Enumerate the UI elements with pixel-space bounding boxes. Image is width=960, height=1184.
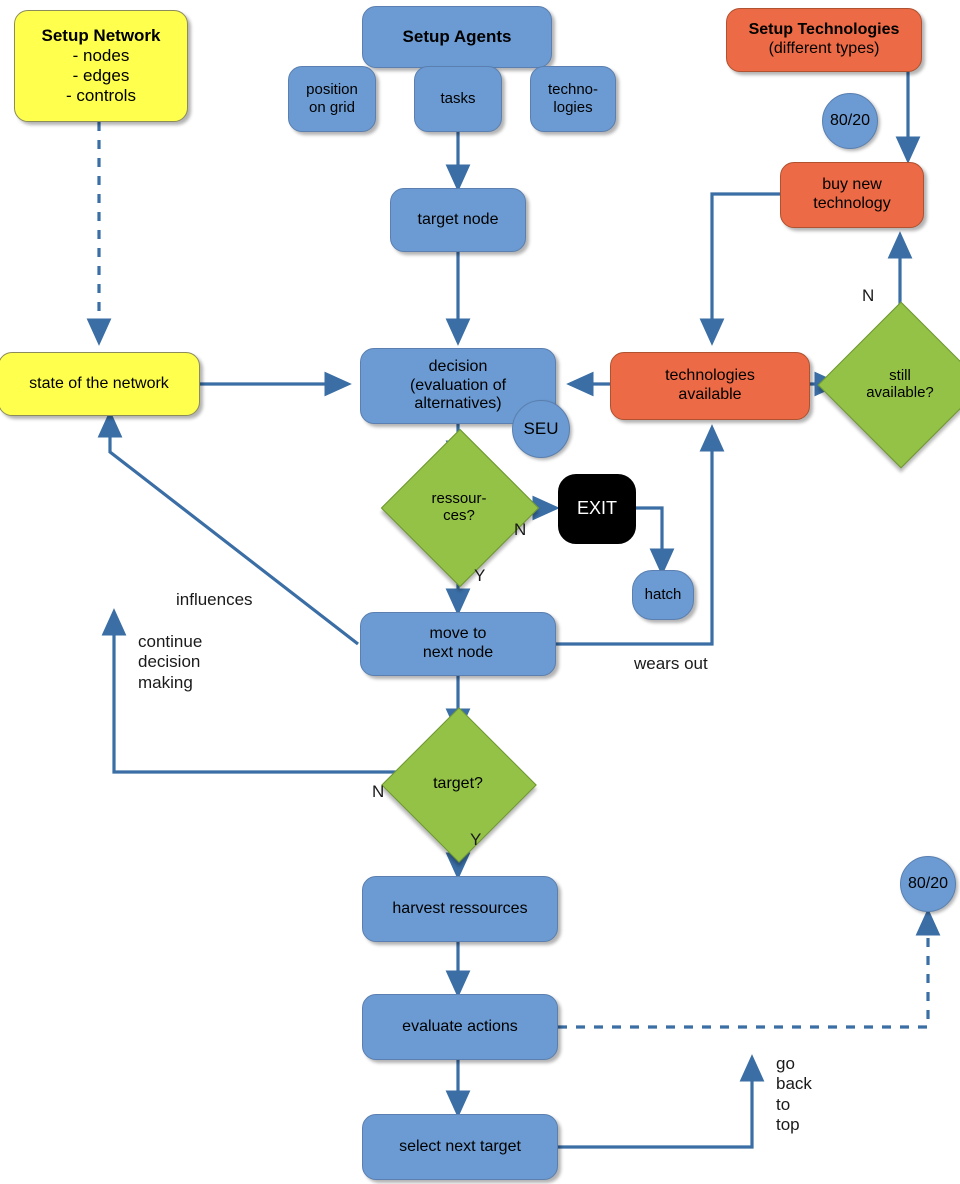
node-hatch[interactable]: hatch bbox=[632, 570, 694, 620]
harvest-ressources-label: harvest ressources bbox=[392, 899, 528, 917]
edge-label-continue-decision-making: continue decision making bbox=[138, 632, 203, 692]
technologies-available-label: technologies available bbox=[665, 367, 755, 403]
flowchart-canvas: Setup Network - nodes - edges - controls… bbox=[0, 0, 960, 1184]
decision-label: decision (evaluation of alternatives) bbox=[409, 357, 507, 413]
hatch-label: hatch bbox=[644, 586, 682, 604]
node-tasks[interactable]: tasks bbox=[414, 66, 502, 132]
edge-label-target-yes: Y bbox=[470, 830, 482, 849]
tasks-label: tasks bbox=[440, 90, 476, 108]
edge-label-ressources-no: N bbox=[514, 520, 527, 539]
position-on-grid-label: position on grid bbox=[306, 81, 358, 116]
pareto-ratio-bottom-label: 80/20 bbox=[907, 874, 949, 892]
edge-label-wears-out: wears out bbox=[634, 654, 708, 673]
edge-evaluate-to-pareto bbox=[558, 908, 941, 1029]
node-target-node[interactable]: target node bbox=[390, 188, 526, 252]
pareto-ratio-top-label: 80/20 bbox=[829, 111, 871, 129]
node-state-of-the-network[interactable]: state of the network bbox=[0, 352, 200, 416]
setup-technologies-title: Setup Technologies bbox=[748, 21, 900, 39]
setup-network-title: Setup Network bbox=[41, 25, 161, 45]
node-still-available[interactable]: still available? bbox=[817, 301, 960, 469]
edge-label-still-available-no: N bbox=[862, 286, 875, 305]
node-harvest-ressources[interactable]: harvest ressources bbox=[362, 876, 558, 942]
ressources-label: ressour- ces? bbox=[431, 489, 487, 524]
node-setup-agents[interactable]: Setup Agents bbox=[362, 6, 552, 68]
still-available-label: still available? bbox=[866, 366, 934, 401]
edge-label-ressources-yes: Y bbox=[474, 566, 486, 585]
state-of-the-network-label: state of the network bbox=[29, 374, 169, 392]
node-evaluate-actions[interactable]: evaluate actions bbox=[362, 994, 558, 1060]
edge-label-go-back-to-top: go back to top bbox=[776, 1054, 812, 1135]
node-setup-technologies[interactable]: Setup Technologies (different types) bbox=[726, 8, 922, 72]
target-node-label: target node bbox=[417, 210, 499, 228]
edge-label-influences: influences bbox=[176, 590, 253, 609]
edge-label-target-no: N bbox=[372, 782, 385, 801]
seu-label: SEU bbox=[523, 418, 559, 438]
setup-network-body: - nodes - edges - controls bbox=[66, 45, 136, 106]
node-buy-new-technology[interactable]: buy new technology bbox=[780, 162, 924, 228]
node-select-next-target[interactable]: select next target bbox=[362, 1114, 558, 1180]
node-technologies-attribute[interactable]: techno- logies bbox=[530, 66, 616, 132]
node-target-decision[interactable]: target? bbox=[381, 707, 537, 863]
node-setup-network[interactable]: Setup Network - nodes - edges - controls bbox=[14, 10, 188, 122]
edge-select-to-top bbox=[558, 1054, 765, 1149]
node-move-to-next-node[interactable]: move to next node bbox=[360, 612, 556, 676]
node-exit[interactable]: EXIT bbox=[558, 474, 636, 544]
setup-agents-label: Setup Agents bbox=[402, 26, 512, 46]
node-ressources[interactable]: ressour- ces? bbox=[380, 428, 540, 588]
node-pareto-ratio-bottom[interactable]: 80/20 bbox=[900, 856, 956, 912]
buy-new-technology-label: buy new technology bbox=[813, 176, 891, 212]
edge-buy-to-technologies bbox=[699, 192, 780, 346]
node-seu[interactable]: SEU bbox=[512, 400, 570, 458]
select-next-target-label: select next target bbox=[399, 1137, 521, 1155]
node-technologies-available[interactable]: technologies available bbox=[610, 352, 810, 420]
node-pareto-ratio-top[interactable]: 80/20 bbox=[822, 93, 878, 149]
technologies-attribute-label: techno- logies bbox=[547, 81, 599, 116]
target-decision-label: target? bbox=[433, 774, 483, 792]
move-to-next-node-label: move to next node bbox=[422, 625, 494, 661]
setup-technologies-subtitle: (different types) bbox=[768, 40, 880, 57]
node-position-on-grid[interactable]: position on grid bbox=[288, 66, 376, 132]
evaluate-actions-label: evaluate actions bbox=[402, 1017, 518, 1035]
exit-label: EXIT bbox=[576, 498, 617, 519]
edge-exit-to-hatch bbox=[636, 506, 675, 576]
